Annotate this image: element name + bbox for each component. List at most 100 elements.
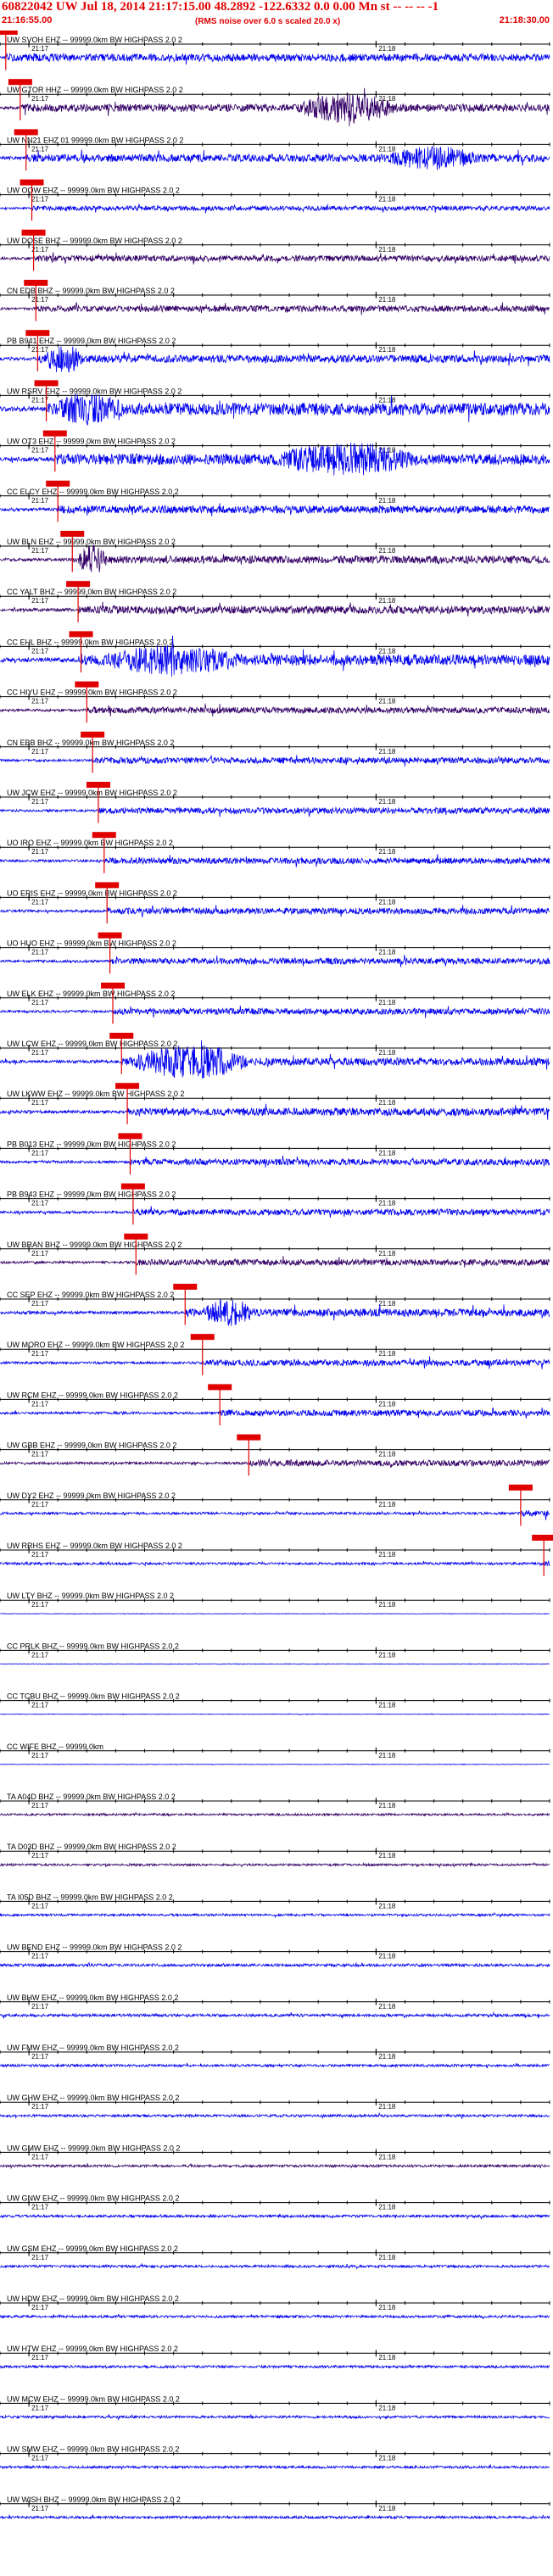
minute-label: 21:17 — [31, 1451, 49, 1458]
trace-row: UW MORO EHZ -- 99999.0km BW HIGHPASS 2.0… — [0, 1334, 550, 1375]
minute-label: 21:17 — [31, 698, 49, 705]
trace-label: UW WISH BHZ -- 99999.0km BW HIGHPASS 2.0… — [7, 2495, 181, 2504]
minute-label: 21:18 — [378, 2455, 396, 2462]
minute-label: 21:18 — [378, 1651, 396, 1659]
trace-row: UW SVOH EHZ -- 99999.0km BW HIGHPASS 2.0… — [0, 31, 550, 70]
pick-flag — [46, 480, 70, 487]
minute-label: 21:18 — [378, 898, 396, 906]
rms-note: (RMS noise over 6.0 s scaled 20.0 x) — [195, 17, 341, 26]
minute-label: 21:17 — [31, 1350, 49, 1358]
trace-row: CC PRLK BHZ -- 99999.0km BW HIGHPASS 2.0… — [0, 1642, 550, 1665]
waveform — [0, 503, 550, 516]
minute-label: 21:17 — [31, 1702, 49, 1709]
trace-label: CC SEP EHZ -- 99999.0km BW HIGHPASS 2.0 … — [7, 1291, 174, 1299]
minute-label: 21:18 — [378, 45, 396, 53]
trace-row: CC SEP EHZ -- 99999.0km BW HIGHPASS 2.0 … — [0, 1284, 550, 1327]
waveform — [0, 2163, 550, 2170]
minute-label: 21:17 — [31, 2404, 49, 2412]
trace-label: UW GHW EHZ -- 99999.0km BW HIGHPASS 2.0 … — [7, 2094, 179, 2102]
waveform — [0, 1206, 550, 1218]
pick-flag — [81, 731, 105, 738]
trace-row: UO HUO EHZ -- 99999.0km BW HIGHPASS 2.0 … — [0, 932, 550, 974]
minute-label: 21:17 — [31, 1099, 49, 1107]
trace-label: UW SMW EHZ -- 99999.0km BW HIGHPASS 2.0 … — [7, 2445, 179, 2454]
waveform — [0, 146, 550, 170]
seismogram-plot: UW SVOH EHZ -- 99999.0km BW HIGHPASS 2.0… — [0, 31, 553, 2520]
pick-flag — [21, 229, 46, 236]
minute-label: 21:18 — [378, 597, 396, 605]
waveform — [0, 2213, 550, 2220]
trace-row: CC YALT BHZ -- 99999.0km BW HIGHPASS 2.0… — [0, 581, 550, 622]
trace-row: UO IRO EHZ -- 99999.0km BW HIGHPASS 2.0 … — [0, 832, 550, 873]
waveform — [0, 755, 550, 767]
trace-row: UW GBB EHZ -- 99999.0km BW HIGHPASS 2.0 … — [0, 1434, 550, 1476]
trace-label: UW MORO EHZ -- 99999.0km BW HIGHPASS 2.0… — [7, 1341, 184, 1349]
trace-label: CC ELCY EHZ -- 99999.0km BW HIGHPASS 2.0… — [7, 488, 179, 496]
minute-label: 21:18 — [378, 1702, 396, 1709]
trace-label: UW LCW EHZ -- 99999.0km BW HIGHPASS 2.0 … — [7, 1040, 177, 1048]
minute-label: 21:18 — [378, 1300, 396, 1308]
minute-label: 21:18 — [378, 2304, 396, 2311]
waveform — [0, 703, 550, 716]
minute-label: 21:17 — [31, 2003, 49, 2010]
trace-row: TA A04D BHZ -- 99999.0km BW HIGHPASS 2.0… — [0, 1793, 550, 1817]
trace-row: UW RSRV EHZ -- 99999.0km BW HIGHPASS 2.0… — [0, 380, 550, 426]
trace-row: UW OT3 EHZ -- 99999.0km BW HIGHPASS 2.0 … — [0, 430, 550, 476]
waveform — [0, 204, 550, 214]
trace-row: PB B943 EHZ -- 99999.0km BW HIGHPASS 2.0… — [0, 1183, 550, 1225]
trace-label: CC HIYU EHZ -- 99999.0km BW HIGHPASS 2.0… — [7, 689, 177, 697]
plot-header: 60822042 UW Jul 18, 2014 21:17:15.00 48.… — [0, 0, 553, 34]
minute-label: 21:17 — [31, 2153, 49, 2161]
minute-label: 21:18 — [378, 647, 396, 655]
trace-row: CC HIYU EHZ -- 99999.0km BW HIGHPASS 2.0… — [0, 681, 550, 723]
minute-label: 21:17 — [31, 2505, 49, 2512]
trace-label: UW JCW EHZ -- 99999.0km BW HIGHPASS 2.0 … — [7, 789, 177, 797]
minute-label: 21:17 — [31, 1651, 49, 1659]
waveform — [0, 346, 550, 373]
waveform — [0, 1509, 550, 1520]
minute-label: 21:18 — [378, 2053, 396, 2060]
minute-label: 21:18 — [378, 497, 396, 505]
trace-row: UW BLN EHZ -- 99999.0km BW HIGHPASS 2.0 … — [0, 531, 550, 572]
waveform — [0, 1256, 550, 1268]
minute-label: 21:17 — [31, 1149, 49, 1157]
minute-label: 21:17 — [31, 346, 49, 354]
pick-flag — [208, 1384, 232, 1391]
minute-label: 21:18 — [378, 2505, 396, 2512]
waveform — [0, 393, 550, 426]
minute-label: 21:18 — [378, 1200, 396, 1207]
trace-label: UO IRO EHZ -- 99999.0km BW HIGHPASS 2.0 … — [7, 839, 173, 847]
trace-row: UW NN21 EHZ 01 99999.0km BW HIGHPASS 2.0… — [0, 129, 550, 171]
minute-label: 21:17 — [31, 95, 49, 103]
minute-label: 21:18 — [378, 246, 396, 254]
minute-label: 21:17 — [31, 447, 49, 454]
minute-label: 21:18 — [378, 848, 396, 856]
waveform — [0, 2062, 550, 2069]
minute-label: 21:18 — [378, 1902, 396, 1910]
pick-flag — [190, 1334, 215, 1341]
minute-label: 21:17 — [31, 597, 49, 605]
trace-row: UW GTOR HHZ -- 99999.0km BW HIGHPASS 2.0… — [0, 79, 550, 127]
trace-label: UW SVOH EHZ -- 99999.0km BW HIGHPASS 2.0… — [7, 36, 182, 44]
waveform — [0, 1763, 550, 1766]
trace-row: UW HDW EHZ -- 99999.0km BW HIGHPASS 2.0 … — [0, 2294, 550, 2320]
minute-label: 21:17 — [31, 1852, 49, 1860]
waveform — [0, 1911, 550, 1919]
pick-flag — [532, 1535, 553, 1541]
minute-label: 21:17 — [31, 2053, 49, 2060]
trace-label: PB B013 EHZ -- 99999.0km BW HIGHPASS 2.0… — [7, 1140, 176, 1148]
minute-label: 21:18 — [378, 1601, 396, 1609]
waveform — [0, 2262, 550, 2270]
pick-flag — [173, 1284, 198, 1290]
trace-label: UW MCW EHZ -- 99999.0km BW HIGHPASS 2.0 … — [7, 2395, 180, 2403]
minute-label: 21:17 — [31, 2304, 49, 2311]
minute-label: 21:18 — [378, 949, 396, 956]
minute-label: 21:18 — [378, 1049, 396, 1057]
waveform — [0, 53, 550, 65]
pick-flag — [66, 581, 91, 588]
minute-label: 21:17 — [31, 45, 49, 53]
minute-label: 21:17 — [31, 296, 49, 304]
trace-label: UW LKWW EHZ -- 99999.0km BW HIGHPASS 2.0… — [7, 1090, 184, 1098]
trace-row: CN EDB BHZ -- 99999.0km BW HIGHPASS 2.0 … — [0, 280, 550, 321]
minute-label: 21:17 — [31, 647, 49, 655]
